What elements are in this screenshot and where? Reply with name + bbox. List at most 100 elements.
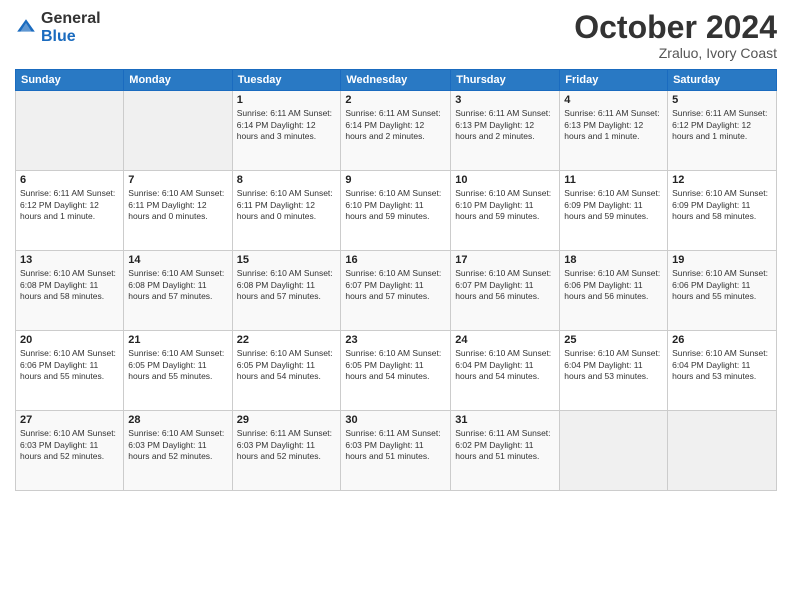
logo-general: General xyxy=(41,10,101,27)
calendar-week-row: 1 Sunrise: 6:11 AM Sunset: 6:14 PM Daylig… xyxy=(16,91,777,171)
day-number: 7 xyxy=(128,174,227,186)
table-row: 20 Sunrise: 6:10 AM Sunset: 6:06 PM Dayli… xyxy=(16,331,124,411)
table-row: 14 Sunrise: 6:10 AM Sunset: 6:08 PM Dayli… xyxy=(124,251,232,331)
col-monday: Monday xyxy=(124,70,232,91)
table-row: 24 Sunrise: 6:10 AM Sunset: 6:04 PM Dayli… xyxy=(451,331,560,411)
table-row xyxy=(668,411,777,491)
day-number: 10 xyxy=(455,174,555,186)
day-number: 20 xyxy=(20,334,119,346)
col-wednesday: Wednesday xyxy=(341,70,451,91)
day-info: Sunrise: 6:11 AM Sunset: 6:14 PM Dayligh… xyxy=(237,108,337,142)
table-row: 22Sunrise: 6:10 AM Sunset: 6:05 PM Dayli… xyxy=(232,331,341,411)
table-row: 11 Sunrise: 6:10 AM Sunset: 6:09 PM Dayli… xyxy=(560,171,668,251)
day-number: 15 xyxy=(237,254,337,266)
day-number: 6 xyxy=(20,174,119,186)
day-number: 18 xyxy=(564,254,663,266)
day-info: Sunrise: 6:10 AM Sunset: 6:10 PM Dayligh… xyxy=(455,188,555,222)
calendar-header-row: Sunday Monday Tuesday Wednesday Thursday… xyxy=(16,70,777,91)
table-row: 18 Sunrise: 6:10 AM Sunset: 6:06 PM Dayli… xyxy=(560,251,668,331)
table-row: 25Sunrise: 6:10 AM Sunset: 6:04 PM Dayli… xyxy=(560,331,668,411)
day-number: 3 xyxy=(455,94,555,106)
day-number: 2 xyxy=(345,94,446,106)
day-info: Sunrise: 6:10 AM Sunset: 6:05 PM Dayligh… xyxy=(237,348,337,382)
day-number: 1 xyxy=(237,94,337,106)
table-row: 15 Sunrise: 6:10 AM Sunset: 6:08 PM Dayli… xyxy=(232,251,341,331)
table-row xyxy=(560,411,668,491)
day-number: 28 xyxy=(128,414,227,426)
table-row: 19 Sunrise: 6:10 AM Sunset: 6:06 PM Dayli… xyxy=(668,251,777,331)
col-sunday: Sunday xyxy=(16,70,124,91)
day-info: Sunrise: 6:10 AM Sunset: 6:06 PM Dayligh… xyxy=(672,268,772,302)
day-info: Sunrise: 6:10 AM Sunset: 6:08 PM Dayligh… xyxy=(128,268,227,302)
calendar-table: Sunday Monday Tuesday Wednesday Thursday… xyxy=(15,69,777,491)
day-number: 12 xyxy=(672,174,772,186)
logo: General Blue xyxy=(15,10,101,46)
table-row: 7 Sunrise: 6:10 AM Sunset: 6:11 PM Daylig… xyxy=(124,171,232,251)
calendar-week-row: 20 Sunrise: 6:10 AM Sunset: 6:06 PM Dayli… xyxy=(16,331,777,411)
day-info: Sunrise: 6:10 AM Sunset: 6:03 PM Dayligh… xyxy=(128,428,227,462)
day-number: 5 xyxy=(672,94,772,106)
table-row: 5 Sunrise: 6:11 AM Sunset: 6:12 PM Daylig… xyxy=(668,91,777,171)
day-info: Sunrise: 6:10 AM Sunset: 6:09 PM Dayligh… xyxy=(672,188,772,222)
location-title: Zraluo, Ivory Coast xyxy=(574,45,777,61)
day-info: Sunrise: 6:10 AM Sunset: 6:11 PM Dayligh… xyxy=(128,188,227,222)
table-row: 30Sunrise: 6:11 AM Sunset: 6:03 PM Dayli… xyxy=(341,411,451,491)
table-row: 1 Sunrise: 6:11 AM Sunset: 6:14 PM Daylig… xyxy=(232,91,341,171)
table-row: 9Sunrise: 6:10 AM Sunset: 6:10 PM Daylig… xyxy=(341,171,451,251)
logo-blue: Blue xyxy=(41,28,76,45)
table-row: 16Sunrise: 6:10 AM Sunset: 6:07 PM Dayli… xyxy=(341,251,451,331)
day-info: Sunrise: 6:11 AM Sunset: 6:02 PM Dayligh… xyxy=(455,428,555,462)
day-info: Sunrise: 6:10 AM Sunset: 6:06 PM Dayligh… xyxy=(564,268,663,302)
day-number: 29 xyxy=(237,414,337,426)
day-number: 30 xyxy=(345,414,446,426)
title-block: October 2024 Zraluo, Ivory Coast xyxy=(574,10,777,61)
table-row: 21Sunrise: 6:10 AM Sunset: 6:05 PM Dayli… xyxy=(124,331,232,411)
day-info: Sunrise: 6:10 AM Sunset: 6:05 PM Dayligh… xyxy=(345,348,446,382)
calendar-page: General Blue October 2024 Zraluo, Ivory … xyxy=(0,0,792,612)
day-number: 27 xyxy=(20,414,119,426)
day-number: 19 xyxy=(672,254,772,266)
table-row: 12 Sunrise: 6:10 AM Sunset: 6:09 PM Dayli… xyxy=(668,171,777,251)
table-row: 6 Sunrise: 6:11 AM Sunset: 6:12 PM Daylig… xyxy=(16,171,124,251)
calendar-week-row: 6 Sunrise: 6:11 AM Sunset: 6:12 PM Daylig… xyxy=(16,171,777,251)
day-info: Sunrise: 6:11 AM Sunset: 6:12 PM Dayligh… xyxy=(672,108,772,142)
day-info: Sunrise: 6:11 AM Sunset: 6:13 PM Dayligh… xyxy=(455,108,555,142)
day-number: 8 xyxy=(237,174,337,186)
table-row: 10 Sunrise: 6:10 AM Sunset: 6:10 PM Dayli… xyxy=(451,171,560,251)
col-saturday: Saturday xyxy=(668,70,777,91)
day-info: Sunrise: 6:10 AM Sunset: 6:07 PM Dayligh… xyxy=(345,268,446,302)
day-number: 31 xyxy=(455,414,555,426)
table-row: 27 Sunrise: 6:10 AM Sunset: 6:03 PM Dayli… xyxy=(16,411,124,491)
day-info: Sunrise: 6:10 AM Sunset: 6:04 PM Dayligh… xyxy=(455,348,555,382)
day-info: Sunrise: 6:10 AM Sunset: 6:04 PM Dayligh… xyxy=(672,348,772,382)
day-number: 23 xyxy=(345,334,446,346)
day-number: 4 xyxy=(564,94,663,106)
table-row: 13 Sunrise: 6:10 AM Sunset: 6:08 PM Dayli… xyxy=(16,251,124,331)
day-info: Sunrise: 6:11 AM Sunset: 6:12 PM Dayligh… xyxy=(20,188,119,222)
calendar-week-row: 27 Sunrise: 6:10 AM Sunset: 6:03 PM Dayli… xyxy=(16,411,777,491)
day-info: Sunrise: 6:10 AM Sunset: 6:06 PM Dayligh… xyxy=(20,348,119,382)
day-info: Sunrise: 6:10 AM Sunset: 6:11 PM Dayligh… xyxy=(237,188,337,222)
day-number: 11 xyxy=(564,174,663,186)
day-info: Sunrise: 6:10 AM Sunset: 6:08 PM Dayligh… xyxy=(20,268,119,302)
table-row: 29 Sunrise: 6:11 AM Sunset: 6:03 PM Dayli… xyxy=(232,411,341,491)
day-info: Sunrise: 6:11 AM Sunset: 6:13 PM Dayligh… xyxy=(564,108,663,142)
day-number: 9 xyxy=(345,174,446,186)
table-row: 23 Sunrise: 6:10 AM Sunset: 6:05 PM Dayli… xyxy=(341,331,451,411)
day-info: Sunrise: 6:10 AM Sunset: 6:09 PM Dayligh… xyxy=(564,188,663,222)
day-number: 13 xyxy=(20,254,119,266)
day-info: Sunrise: 6:10 AM Sunset: 6:07 PM Dayligh… xyxy=(455,268,555,302)
table-row xyxy=(124,91,232,171)
table-row xyxy=(16,91,124,171)
table-row: 8 Sunrise: 6:10 AM Sunset: 6:11 PM Daylig… xyxy=(232,171,341,251)
col-thursday: Thursday xyxy=(451,70,560,91)
header: General Blue October 2024 Zraluo, Ivory … xyxy=(15,10,777,61)
day-number: 17 xyxy=(455,254,555,266)
day-info: Sunrise: 6:10 AM Sunset: 6:03 PM Dayligh… xyxy=(20,428,119,462)
day-info: Sunrise: 6:10 AM Sunset: 6:08 PM Dayligh… xyxy=(237,268,337,302)
day-number: 14 xyxy=(128,254,227,266)
calendar-week-row: 13 Sunrise: 6:10 AM Sunset: 6:08 PM Dayli… xyxy=(16,251,777,331)
day-info: Sunrise: 6:11 AM Sunset: 6:03 PM Dayligh… xyxy=(237,428,337,462)
day-number: 24 xyxy=(455,334,555,346)
table-row: 4 Sunrise: 6:11 AM Sunset: 6:13 PM Daylig… xyxy=(560,91,668,171)
